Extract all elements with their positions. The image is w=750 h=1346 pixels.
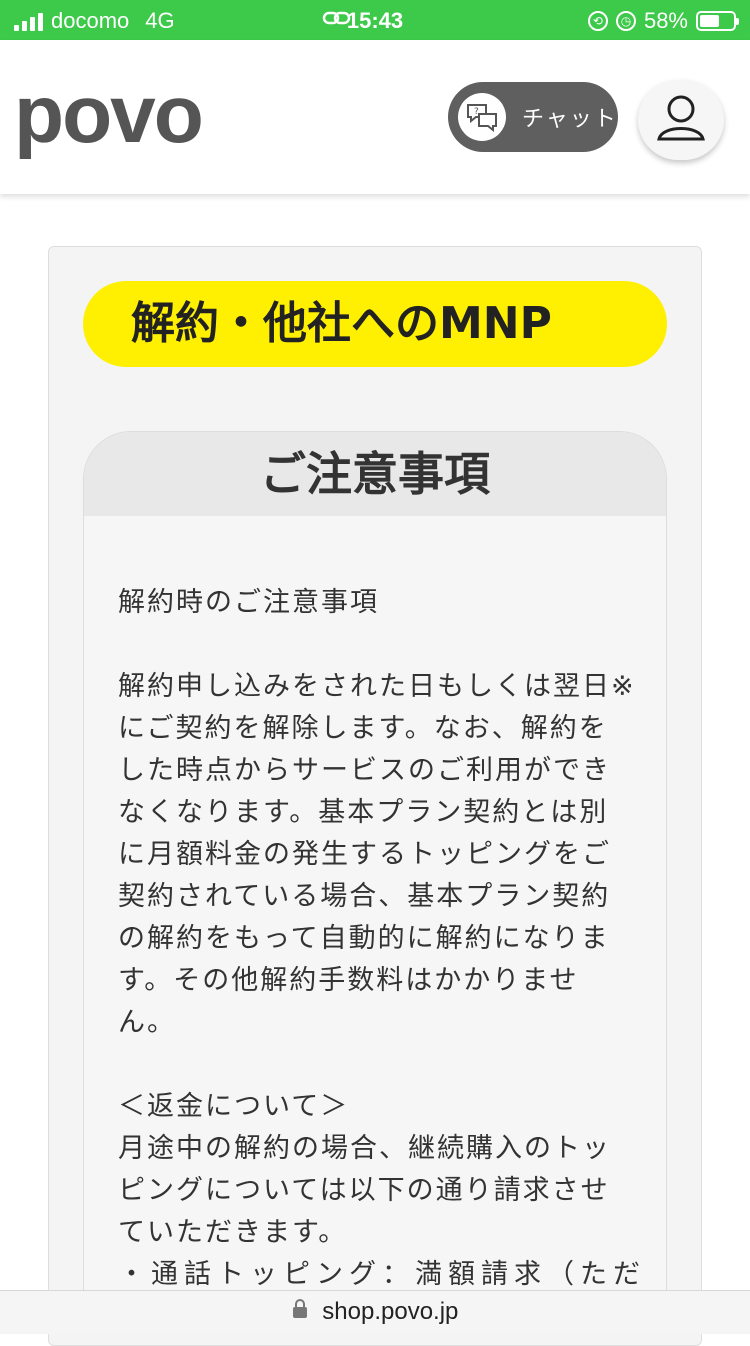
url-text: shop.povo.jp: [322, 1298, 459, 1325]
chat-label: チャット: [522, 107, 618, 132]
site-header: povo ? チャット: [0, 40, 750, 194]
povo-logo[interactable]: povo: [14, 74, 204, 156]
status-time: 15:43: [346, 8, 404, 33]
account-button[interactable]: [638, 80, 724, 160]
status-right: ⟲ ◷ 58%: [587, 8, 739, 34]
battery-fill: [700, 15, 719, 27]
person-icon: [652, 89, 710, 151]
page-title: 解約・他社へのMNP: [83, 281, 667, 367]
notice-heading: ご注意事項: [84, 432, 666, 516]
svg-text:?: ?: [474, 107, 479, 117]
battery-percent: 58%: [643, 8, 688, 33]
notice-paragraph: 解約申し込みをされた日もしくは翌日※にご契約を解除します。なお、解約をした時点か…: [118, 671, 636, 1038]
battery-icon: [696, 11, 739, 31]
refund-text: 月途中の解約の場合、継続購入のトッピングについては以下の通り請求させていただきま…: [118, 1133, 611, 1248]
notice-body: 解約時のご注意事項 解約申し込みをされた日もしくは翌日※にご契約を解除します。な…: [84, 516, 666, 1296]
notice-subheading: 解約時のご注意事項: [118, 587, 379, 618]
lock-icon: [292, 1292, 308, 1334]
orientation-lock-icon: ⟲: [587, 11, 608, 31]
notice-panel: ご注意事項 解約時のご注意事項 解約申し込みをされた日もしくは翌日※にご契約を解…: [83, 431, 667, 1331]
link-icon: [322, 8, 352, 34]
chat-button[interactable]: ? チャット: [448, 82, 618, 152]
browser-url-bar[interactable]: shop.povo.jp: [0, 1290, 750, 1334]
refund-heading: ＜返金について＞: [118, 1091, 350, 1122]
status-bar: docomo 4G 15:43 ⟲ ◷ 58%: [0, 0, 750, 40]
content-card: 解約・他社へのMNP ご注意事項 解約時のご注意事項 解約申し込みをされた日もし…: [48, 246, 702, 1346]
chat-help-icon: ?: [458, 93, 506, 141]
alarm-icon: ◷: [615, 11, 636, 31]
